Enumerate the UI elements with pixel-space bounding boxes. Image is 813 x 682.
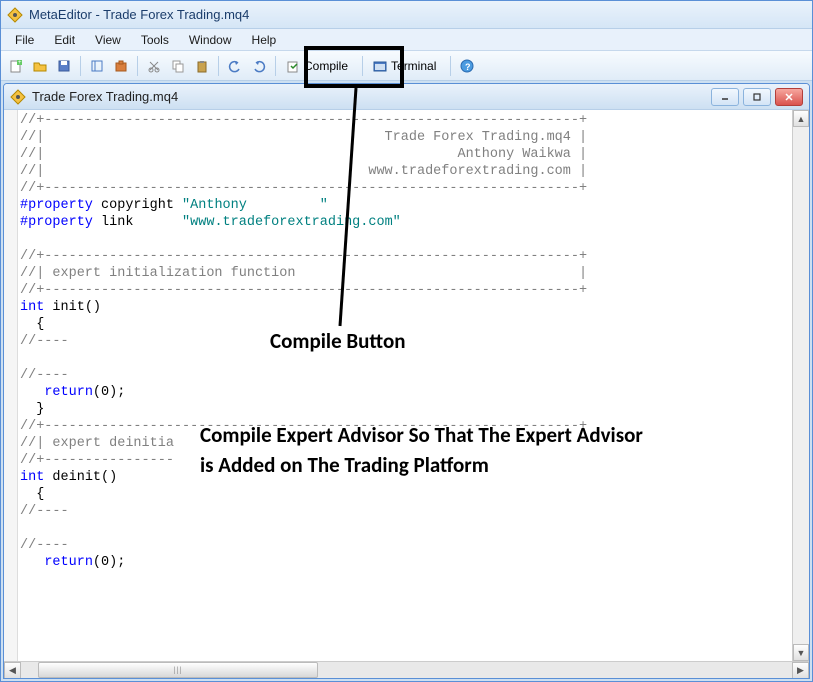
separator (275, 56, 276, 76)
window-controls (711, 88, 803, 106)
vertical-scrollbar[interactable]: ▲ ▼ (792, 110, 809, 661)
save-button[interactable] (53, 55, 75, 77)
terminal-label: Terminal (391, 59, 436, 73)
menu-view[interactable]: View (85, 31, 131, 49)
code-content[interactable]: //+-------------------------------------… (18, 110, 792, 661)
menu-window[interactable]: Window (179, 31, 242, 49)
app-title: MetaEditor - Trade Forex Trading.mq4 (29, 7, 249, 22)
separator (362, 56, 363, 76)
compile-icon (286, 59, 300, 73)
redo-button[interactable] (248, 55, 270, 77)
scroll-thumb[interactable] (38, 662, 318, 678)
scroll-down-button[interactable]: ▼ (793, 644, 809, 661)
toolbox-button[interactable] (110, 55, 132, 77)
terminal-icon (373, 59, 387, 73)
scroll-left-button[interactable]: ◀ (4, 662, 21, 679)
menu-file[interactable]: File (5, 31, 44, 49)
copy-button[interactable] (167, 55, 189, 77)
paste-button[interactable] (191, 55, 213, 77)
menu-help[interactable]: Help (242, 31, 287, 49)
new-file-button[interactable]: + (5, 55, 27, 77)
toolbar: + Compile Terminal ? (1, 51, 812, 81)
menu-edit[interactable]: Edit (44, 31, 85, 49)
scroll-right-button[interactable]: ▶ (792, 662, 809, 679)
separator (450, 56, 451, 76)
app-icon (7, 7, 23, 23)
help-button[interactable]: ? (456, 55, 478, 77)
editor-titlebar: Trade Forex Trading.mq4 (4, 84, 809, 110)
editor-window: Trade Forex Trading.mq4 //+-------------… (3, 83, 810, 679)
scroll-up-button[interactable]: ▲ (793, 110, 809, 127)
document-icon (10, 89, 26, 105)
svg-text:+: + (18, 60, 22, 66)
horizontal-scrollbar[interactable]: ◀ ▶ (4, 661, 809, 678)
document-area: Trade Forex Trading.mq4 //+-------------… (1, 81, 812, 681)
navigator-button[interactable] (86, 55, 108, 77)
scroll-track-h[interactable] (318, 662, 792, 678)
gutter (4, 110, 18, 661)
titlebar: MetaEditor - Trade Forex Trading.mq4 (1, 1, 812, 29)
terminal-button[interactable]: Terminal (368, 55, 445, 77)
cut-button[interactable] (143, 55, 165, 77)
code-editor[interactable]: //+-------------------------------------… (4, 110, 809, 661)
menubar: File Edit View Tools Window Help (1, 29, 812, 51)
scroll-track[interactable] (793, 127, 809, 644)
compile-button[interactable]: Compile (281, 55, 357, 77)
separator (218, 56, 219, 76)
app-window: MetaEditor - Trade Forex Trading.mq4 Fil… (0, 0, 813, 682)
svg-text:?: ? (465, 62, 471, 72)
document-title: Trade Forex Trading.mq4 (32, 89, 711, 104)
open-file-button[interactable] (29, 55, 51, 77)
undo-button[interactable] (224, 55, 246, 77)
close-button[interactable] (775, 88, 803, 106)
minimize-button[interactable] (711, 88, 739, 106)
separator (80, 56, 81, 76)
separator (137, 56, 138, 76)
maximize-button[interactable] (743, 88, 771, 106)
menu-tools[interactable]: Tools (131, 31, 179, 49)
compile-label: Compile (304, 59, 348, 73)
